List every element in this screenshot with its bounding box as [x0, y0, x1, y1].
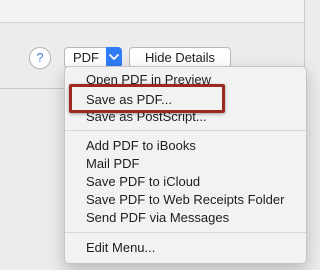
menu-item-mail-pdf[interactable]: Mail PDF	[86, 155, 139, 172]
help-button[interactable]: ?	[29, 47, 51, 69]
menu-item-save-pdf-to-icloud[interactable]: Save PDF to iCloud	[86, 173, 200, 190]
menu-divider	[65, 130, 306, 131]
pdf-button-label: PDF	[73, 50, 99, 65]
hide-details-button[interactable]: Hide Details	[129, 47, 231, 68]
menu-item-edit-menu[interactable]: Edit Menu...	[86, 239, 155, 256]
menu-item-add-pdf-to-ibooks[interactable]: Add PDF to iBooks	[86, 137, 196, 154]
menu-divider	[65, 232, 306, 233]
annotation-highlight-box	[69, 84, 225, 113]
help-icon: ?	[36, 50, 44, 65]
pdf-menu-button[interactable]: PDF	[64, 47, 122, 68]
menu-item-send-pdf-via-messages[interactable]: Send PDF via Messages	[86, 209, 229, 226]
dialog-top-area	[0, 0, 304, 23]
chevron-down-icon[interactable]	[106, 47, 122, 68]
menu-item-save-pdf-to-web-receipts[interactable]: Save PDF to Web Receipts Folder	[86, 191, 284, 208]
